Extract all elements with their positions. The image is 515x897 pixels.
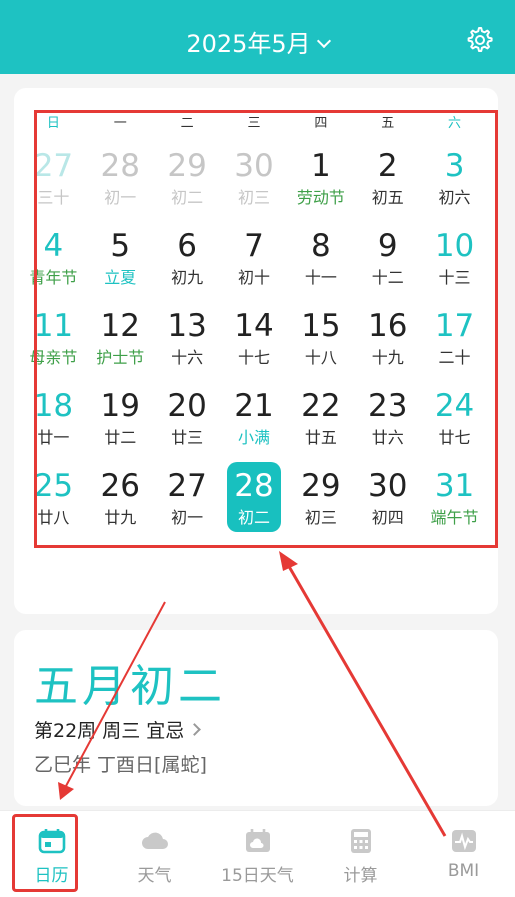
heartbeat-icon: [451, 830, 476, 852]
annotation-box-calendar: [34, 110, 498, 548]
chevron-right-icon: [188, 723, 202, 736]
cloud-icon: [141, 832, 168, 849]
tab-label: 计算: [343, 866, 378, 886]
tab-calculator[interactable]: 计算: [309, 811, 412, 897]
tab-weather[interactable]: 天气: [103, 811, 206, 897]
app-header: 2025年5月: [0, 0, 515, 74]
annotation-box-tab: [12, 814, 78, 892]
ganzhi-info: 乙巳年 丁酉日[属蛇]: [34, 754, 207, 776]
week-info-text: 第22周 周三 宜忌: [34, 720, 185, 742]
tab-15day-weather[interactable]: 15日天气: [206, 811, 309, 897]
lunar-date: 五月初二: [34, 661, 226, 712]
calculator-icon: [350, 829, 371, 853]
tab-label: 15日天气: [221, 866, 294, 886]
chevron-down-icon: [316, 33, 331, 49]
gear-icon[interactable]: [463, 24, 495, 56]
tab-bmi[interactable]: BMI: [412, 811, 515, 897]
tab-label: BMI: [447, 861, 480, 881]
week-info[interactable]: 第22周 周三 宜忌: [34, 716, 202, 743]
month-title: 2025年5月: [186, 30, 311, 58]
tab-label: 天气: [137, 866, 172, 886]
month-selector[interactable]: 2025年5月: [0, 24, 515, 59]
weather-calendar-icon: [245, 829, 270, 852]
